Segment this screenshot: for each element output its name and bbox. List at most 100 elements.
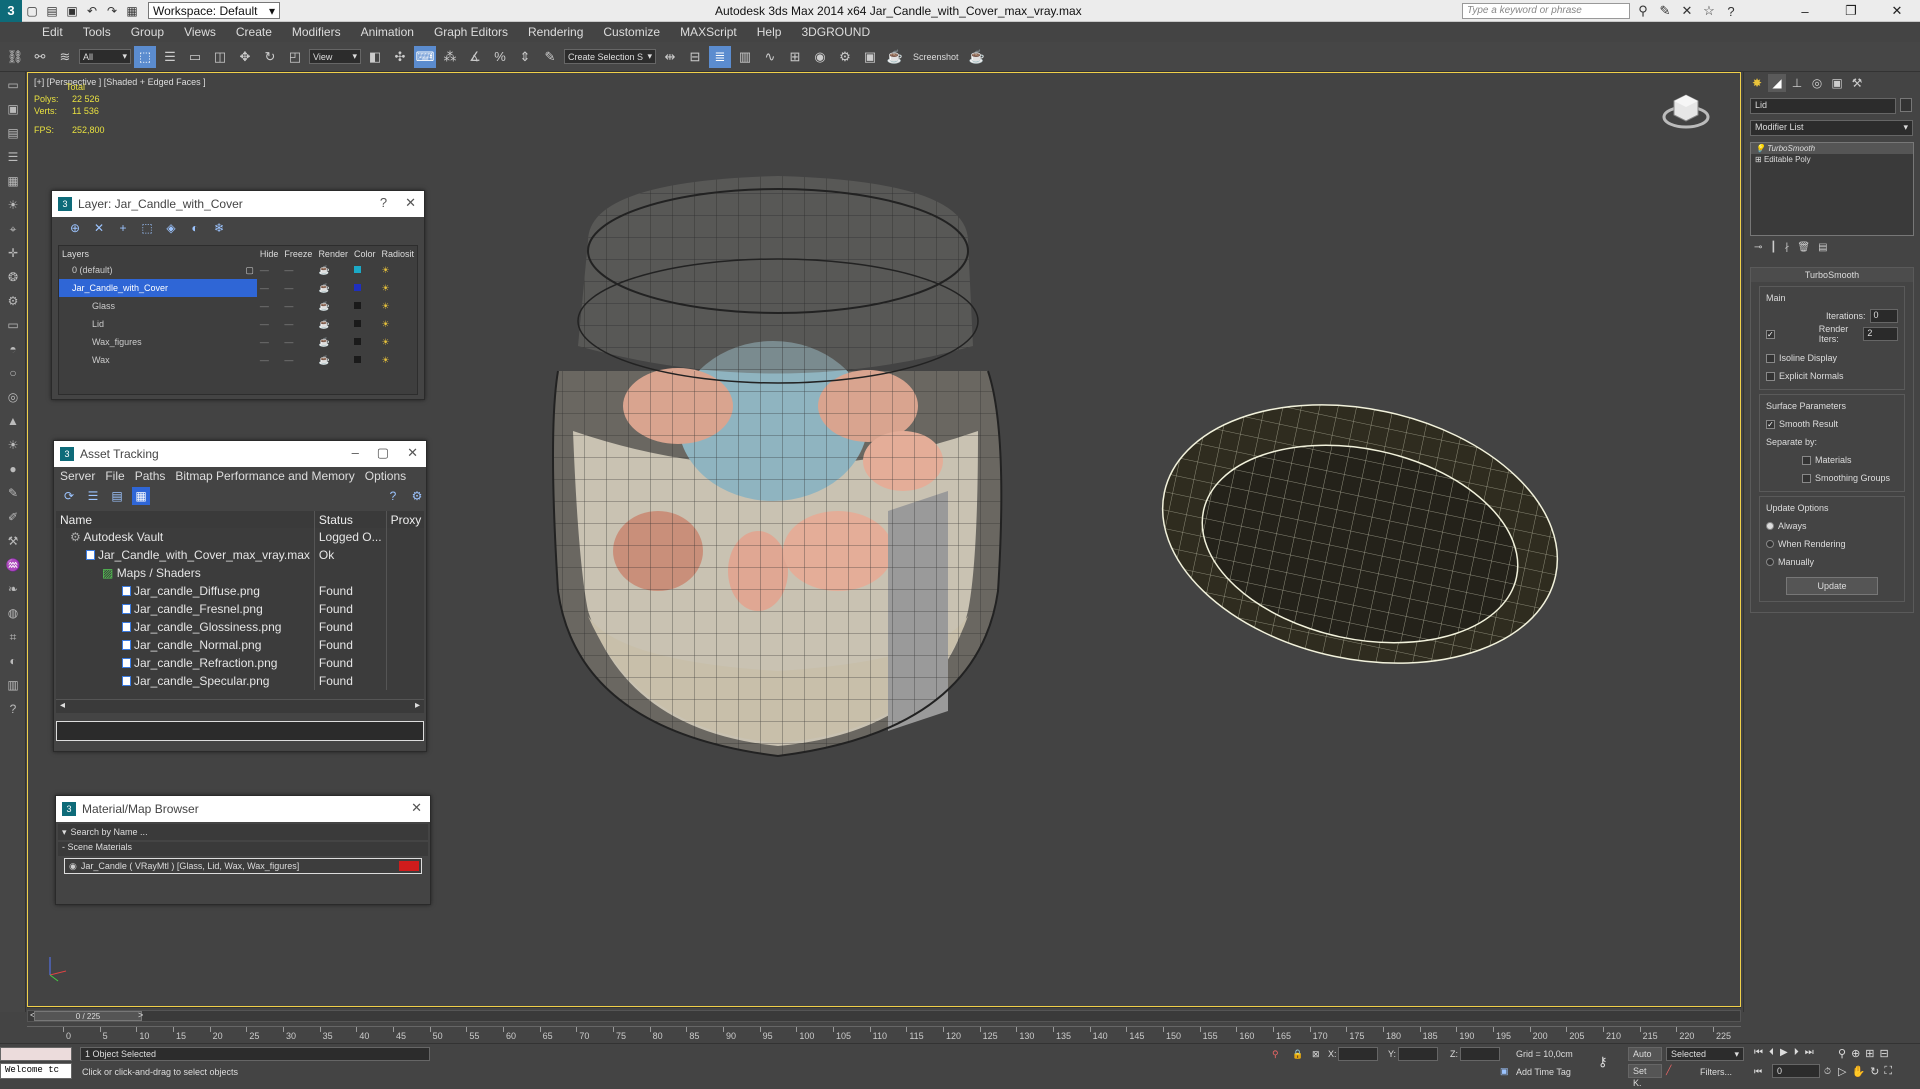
help-icon[interactable]: ?	[1722, 2, 1740, 20]
asset-row[interactable]: Jar_candle_Normal.png Found	[56, 636, 424, 654]
close-button[interactable]: ✕	[407, 445, 418, 461]
render-icon[interactable]: ◐	[2, 650, 24, 672]
previous-frame-icon[interactable]: ⏴	[1769, 1047, 1774, 1058]
radiosity-toggle[interactable]: ☀	[378, 297, 417, 315]
close-button[interactable]: ✕	[405, 195, 416, 211]
rendered-frame-icon[interactable]: ▣	[859, 46, 881, 68]
active-layer-box-icon[interactable]: ▢	[245, 265, 254, 276]
remove-modifier-icon[interactable]: 🗑	[1797, 242, 1810, 253]
maximize-button[interactable]: ▢	[377, 445, 389, 461]
light-icon[interactable]: ☀	[2, 194, 24, 216]
set-key-icon[interactable]: ╱	[1666, 1065, 1671, 1076]
create-sphere-icon[interactable]: ▤	[2, 122, 24, 144]
time-slider-thumb[interactable]: 0 / 225	[34, 1011, 142, 1021]
grid-icon[interactable]: ▦	[2, 170, 24, 192]
smoothing-groups-checkbox[interactable]	[1802, 473, 1811, 483]
render-toggle[interactable]: ☕	[315, 261, 351, 279]
teapot-render-icon[interactable]: ☕	[966, 46, 988, 68]
open-file-icon[interactable]: ▤	[42, 2, 62, 20]
freeze-toggle[interactable]: —	[281, 297, 315, 315]
layer-color-box[interactable]	[353, 266, 361, 273]
globe-icon[interactable]: ◍	[2, 602, 24, 624]
render-iters-spinner[interactable]: 2	[1863, 327, 1898, 341]
absolute-mode-icon[interactable]: ⊠	[1312, 1049, 1320, 1060]
go-to-start-icon[interactable]: ⏮	[1754, 1047, 1763, 1058]
object-name-field[interactable]: Lid	[1750, 98, 1896, 114]
time-slider-right-arrow[interactable]: >	[138, 1010, 143, 1020]
time-config-icon[interactable]: ⏱	[1824, 1066, 1831, 1077]
refresh-icon[interactable]: ⟳	[60, 487, 78, 505]
menu-graph-editors[interactable]: Graph Editors	[424, 25, 518, 39]
lightbulb-icon[interactable]: 💡	[1755, 144, 1765, 153]
create-box-icon[interactable]: ▣	[2, 98, 24, 120]
tree-view-icon[interactable]: ▤	[108, 487, 126, 505]
screenshot-label[interactable]: Screenshot	[913, 52, 959, 62]
restore-button[interactable]: ❐	[1828, 0, 1874, 22]
asset-menu-options[interactable]: Options	[365, 469, 406, 483]
asset-row[interactable]: Jar_candle_Refraction.png Found	[56, 654, 424, 672]
hide-toggle[interactable]: —	[257, 297, 282, 315]
workspace-dropdown[interactable]: Workspace: Default ▾	[148, 2, 280, 19]
menu-maxscript[interactable]: MAXScript	[670, 25, 747, 39]
viewport-label[interactable]: [+] [Perspective ] [Shaded + Edged Faces…	[34, 77, 206, 87]
header-status[interactable]: Status	[314, 511, 387, 528]
welcome-field[interactable]: Welcome tc	[0, 1063, 72, 1079]
zoom-extents-all-icon[interactable]: ⊟	[1880, 1047, 1889, 1060]
layer-name[interactable]: Jar_Candle_with_Cover	[59, 279, 257, 297]
sun-icon[interactable]: ☀	[2, 434, 24, 456]
asset-row[interactable]: ▨ Maps / Shaders	[56, 564, 424, 582]
settings-icon[interactable]: ⚙	[408, 487, 426, 505]
keyboard-shortcut-override-icon[interactable]: ⌨	[414, 45, 436, 68]
create-tab-icon[interactable]: ✸	[1748, 74, 1766, 92]
redo-icon[interactable]: ↷	[102, 2, 122, 20]
systems-icon[interactable]: ⚙	[2, 290, 24, 312]
zoom-icon[interactable]: ⚲	[1838, 1047, 1846, 1060]
time-slider[interactable]: < 0 / 225 >	[27, 1010, 1741, 1022]
freeze-all-icon[interactable]: ❄	[210, 219, 228, 237]
asset-menu-paths[interactable]: Paths	[135, 469, 166, 483]
spinner-snap-icon[interactable]: ⇕	[514, 46, 536, 68]
snaps-toggle-icon[interactable]: ⁂	[439, 46, 461, 68]
layer-row[interactable]: Lid — — ☕ ☀	[59, 315, 417, 333]
material-list-item[interactable]: ◉ Jar_Candle ( VRayMtl ) [Glass, Lid, Wa…	[64, 858, 422, 874]
freeze-toggle[interactable]: —	[281, 333, 315, 351]
play-icon[interactable]: ▶	[1780, 1047, 1788, 1058]
percent-snap-icon[interactable]: %	[489, 46, 511, 68]
menu-tools[interactable]: Tools	[73, 25, 121, 39]
radiosity-toggle[interactable]: ☀	[378, 351, 417, 369]
reference-coord-dropdown[interactable]: View ▾	[309, 49, 361, 64]
asset-menu-server[interactable]: Server	[60, 469, 95, 483]
help-button[interactable]: ?	[380, 195, 387, 211]
asset-row[interactable]: Jar_candle_Specular.png Found	[56, 672, 424, 690]
tool-icon[interactable]: ⚒	[2, 530, 24, 552]
delete-layer-icon[interactable]: ✕	[90, 219, 108, 237]
key-filters-button[interactable]: Filters...	[1700, 1067, 1732, 1077]
pivot-center-icon[interactable]: ◧	[364, 46, 386, 68]
show-end-result-icon[interactable]: ┃	[1770, 242, 1776, 253]
layer-row[interactable]: Wax — — ☕ ☀	[59, 351, 417, 369]
table-view-icon[interactable]: ▦	[132, 487, 150, 505]
render-setup-icon[interactable]: ⚙	[834, 46, 856, 68]
radiosity-toggle[interactable]: ☀	[378, 315, 417, 333]
help-circle-icon[interactable]: ?	[2, 698, 24, 720]
configure-sets-icon[interactable]: ▤	[1818, 242, 1827, 253]
scroll-left-icon[interactable]: ◂	[60, 700, 65, 713]
hide-toggle[interactable]: —	[257, 351, 282, 369]
layer-row[interactable]: Wax_figures — — ☕ ☀	[59, 333, 417, 351]
select-manipulate-icon[interactable]: ✣	[389, 46, 411, 68]
radiosity-toggle[interactable]: ☀	[378, 261, 417, 279]
freeze-toggle[interactable]: —	[281, 351, 315, 369]
scroll-right-icon[interactable]: ▸	[415, 700, 420, 713]
select-in-layer-icon[interactable]: ⬚	[138, 219, 156, 237]
layer-name[interactable]: Lid	[59, 315, 257, 333]
y-coord-field[interactable]	[1398, 1047, 1438, 1061]
pin-stack-icon[interactable]: ⊸	[1754, 242, 1762, 253]
select-by-name-icon[interactable]: ☰	[159, 46, 181, 68]
menu-animation[interactable]: Animation	[351, 25, 424, 39]
color-swatch[interactable]	[351, 279, 379, 297]
object-color-swatch[interactable]	[1900, 98, 1912, 112]
search-options-icon[interactable]: ▾	[58, 827, 71, 838]
hierarchy-tab-icon[interactable]: ⊥	[1788, 74, 1806, 92]
hide-all-icon[interactable]: ◐	[186, 219, 204, 237]
cloth-icon[interactable]: ♒	[2, 554, 24, 576]
